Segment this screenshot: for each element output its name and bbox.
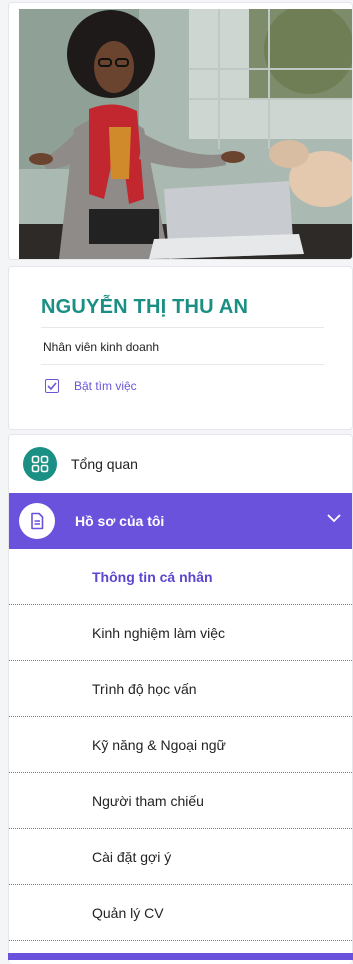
grid-icon (23, 447, 57, 481)
chevron-down-icon[interactable] (326, 513, 342, 523)
sidebar-item-overview[interactable]: Tổng quan (9, 435, 352, 493)
submenu-item-cv-management[interactable]: Quản lý CV (9, 885, 352, 941)
job-search-checkbox[interactable] (45, 379, 59, 393)
submenu-item-work-experience[interactable]: Kinh nghiệm làm việc (9, 605, 352, 661)
next-menu-item-bar[interactable] (8, 953, 353, 960)
sidebar-item-my-profile-label: Hồ sơ của tôi (75, 513, 165, 529)
sidebar-item-overview-label: Tổng quan (71, 456, 138, 472)
profile-photo-card (8, 2, 353, 260)
document-icon (19, 503, 55, 539)
profile-name: NGUYỄN THỊ THU AN (41, 296, 324, 328)
sidebar-menu: Tổng quan Hồ sơ của tôi Thông tin cá nhâ… (8, 434, 353, 964)
profile-info-card: NGUYỄN THỊ THU AN Nhân viên kinh doanh B… (8, 266, 353, 430)
checkmark-icon (47, 382, 57, 390)
job-search-label[interactable]: Bật tìm việc (74, 379, 137, 393)
job-search-toggle[interactable]: Bật tìm việc (41, 379, 324, 393)
submenu-item-skills-languages[interactable]: Kỹ năng & Ngoại ngữ (9, 717, 352, 773)
submenu-item-personal-info[interactable]: Thông tin cá nhân (9, 549, 352, 605)
submenu-item-references[interactable]: Người tham chiếu (9, 773, 352, 829)
sidebar-item-my-profile[interactable]: Hồ sơ của tôi (9, 493, 352, 549)
profile-photo (19, 9, 352, 259)
submenu-item-suggestion-settings[interactable]: Cài đặt gợi ý (9, 829, 352, 885)
profile-job-title: Nhân viên kinh doanh (41, 328, 324, 365)
submenu-item-education[interactable]: Trình độ học vấn (9, 661, 352, 717)
profile-photo-illustration (19, 9, 352, 259)
